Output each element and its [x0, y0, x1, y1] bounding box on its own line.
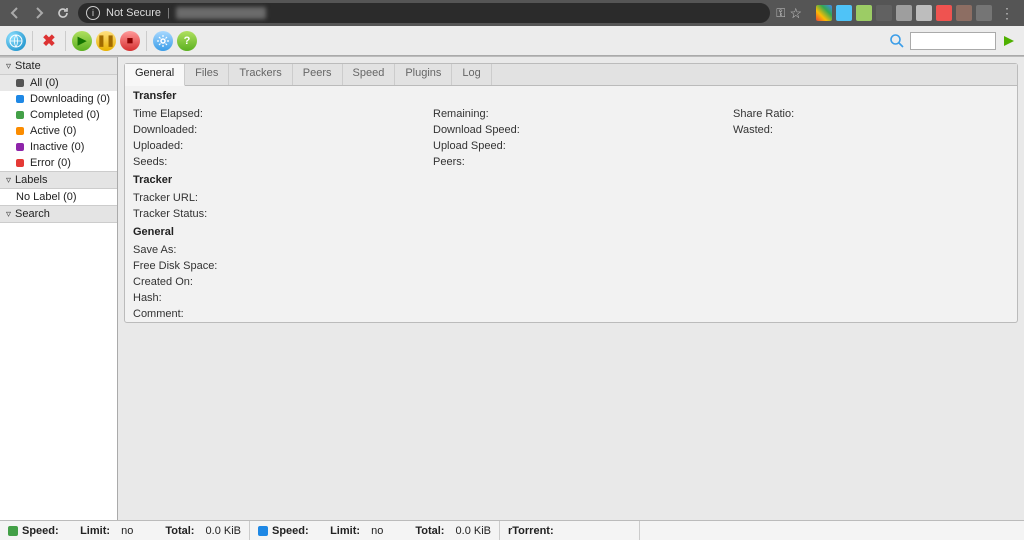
- upload-icon: [8, 526, 18, 536]
- settings-button[interactable]: [153, 31, 173, 51]
- sidebar-header-search[interactable]: Search: [0, 205, 117, 223]
- tab-trackers[interactable]: Trackers: [229, 64, 292, 85]
- field-remaining: Remaining:: [433, 106, 733, 122]
- status-dot-icon: [16, 159, 24, 167]
- download-icon: [258, 526, 268, 536]
- field-tracker-url: Tracker URL:: [133, 190, 1009, 206]
- sidebar-item-label: Completed (0): [30, 109, 100, 121]
- status-dot-icon: [16, 127, 24, 135]
- status-empty-cell: [640, 521, 1024, 540]
- section-transfer: Transfer: [125, 86, 1017, 106]
- field-ul-speed: Upload Speed:: [433, 138, 733, 154]
- not-secure-label: Not Secure: [106, 7, 161, 19]
- tab-plugins[interactable]: Plugins: [395, 64, 452, 85]
- sidebar-item-all[interactable]: All (0): [0, 75, 117, 91]
- browser-chrome: i Not Secure | ⚿ ☆ ⋮: [0, 0, 1024, 26]
- field-created: Created On:: [133, 274, 1009, 290]
- status-dot-icon: [16, 143, 24, 151]
- status-bar: Speed: Limit: no Total: 0.0 KiB Speed: L…: [0, 520, 1024, 540]
- tab-speed[interactable]: Speed: [343, 64, 396, 85]
- search-input[interactable]: [910, 32, 996, 50]
- sidebar: State All (0) Downloading (0) Completed (0…: [0, 57, 118, 520]
- sidebar-header-labels[interactable]: Labels: [0, 171, 117, 189]
- tab-general[interactable]: General: [125, 64, 185, 86]
- field-downloaded: Downloaded:: [133, 122, 433, 138]
- browser-reload-button[interactable]: [54, 4, 72, 22]
- info-icon: i: [86, 6, 100, 20]
- extension-icon[interactable]: [956, 5, 972, 21]
- sidebar-item-label: No Label (0): [16, 191, 77, 203]
- sidebar-item-inactive[interactable]: Inactive (0): [0, 139, 117, 155]
- field-share-ratio: Share Ratio:: [733, 106, 993, 122]
- search-icon: [888, 32, 906, 50]
- status-dot-icon: [16, 79, 24, 87]
- search-go-button[interactable]: [1000, 32, 1018, 50]
- field-uploaded: Uploaded:: [133, 138, 433, 154]
- field-free-disk: Free Disk Space:: [133, 258, 1009, 274]
- pause-button[interactable]: ❚❚: [96, 31, 116, 51]
- field-wasted: Wasted:: [733, 122, 993, 138]
- extension-icon[interactable]: [936, 5, 952, 21]
- extension-icon[interactable]: [896, 5, 912, 21]
- field-dl-speed: Download Speed:: [433, 122, 733, 138]
- field-hash: Hash:: [133, 290, 1009, 306]
- sidebar-header-state[interactable]: State: [0, 57, 117, 75]
- status-dot-icon: [16, 95, 24, 103]
- field-time-elapsed: Time Elapsed:: [133, 106, 433, 122]
- browser-menu-button[interactable]: ⋮: [996, 5, 1018, 22]
- sidebar-item-label: Inactive (0): [30, 141, 84, 153]
- key-icon: ⚿: [776, 6, 785, 21]
- start-button[interactable]: ▶: [72, 31, 92, 51]
- stop-button[interactable]: ■: [120, 31, 140, 51]
- sidebar-item-error[interactable]: Error (0): [0, 155, 117, 171]
- browser-back-button[interactable]: [6, 4, 24, 22]
- status-download-cell[interactable]: Speed: Limit: no Total: 0.0 KiB: [250, 521, 500, 540]
- section-general: General: [125, 222, 1017, 242]
- tab-peers[interactable]: Peers: [293, 64, 343, 85]
- sidebar-item-completed[interactable]: Completed (0): [0, 107, 117, 123]
- field-comment: Comment:: [133, 306, 1009, 322]
- remove-button[interactable]: ✖: [39, 31, 59, 51]
- help-button[interactable]: ?: [177, 31, 197, 51]
- sidebar-item-active[interactable]: Active (0): [0, 123, 117, 139]
- add-torrent-button[interactable]: [6, 31, 26, 51]
- extension-icon[interactable]: [916, 5, 932, 21]
- field-tracker-status: Tracker Status:: [133, 206, 1009, 222]
- browser-address-bar[interactable]: i Not Secure |: [78, 3, 770, 23]
- extension-icon[interactable]: [876, 5, 892, 21]
- sidebar-item-label: Downloading (0): [30, 93, 110, 105]
- app-toolbar: ✖ ▶ ❚❚ ■ ?: [0, 26, 1024, 56]
- sidebar-item-label: Error (0): [30, 157, 71, 169]
- extension-icon[interactable]: [976, 5, 992, 21]
- field-save-as: Save As:: [133, 242, 1009, 258]
- sidebar-item-no-label[interactable]: No Label (0): [0, 189, 117, 205]
- details-body: Transfer Time Elapsed: Downloaded: Uploa…: [125, 86, 1017, 322]
- tab-log[interactable]: Log: [452, 64, 491, 85]
- status-upload-cell[interactable]: Speed: Limit: no Total: 0.0 KiB: [0, 521, 250, 540]
- star-icon[interactable]: ☆: [789, 5, 802, 22]
- status-dot-icon: [16, 111, 24, 119]
- main-panel: GeneralFilesTrackersPeersSpeedPluginsLog…: [118, 57, 1024, 520]
- sidebar-item-label: All (0): [30, 77, 59, 89]
- extension-icon[interactable]: [816, 5, 832, 21]
- details-panel: GeneralFilesTrackersPeersSpeedPluginsLog…: [124, 63, 1018, 323]
- tab-files[interactable]: Files: [185, 64, 229, 85]
- details-tabs: GeneralFilesTrackersPeersSpeedPluginsLog: [125, 64, 1017, 86]
- extension-icon[interactable]: [856, 5, 872, 21]
- section-tracker: Tracker: [125, 170, 1017, 190]
- field-peers: Peers:: [433, 154, 733, 170]
- sidebar-item-label: Active (0): [30, 125, 76, 137]
- status-client-cell: rTorrent:: [500, 521, 640, 540]
- field-seeds: Seeds:: [133, 154, 433, 170]
- sidebar-item-downloading[interactable]: Downloading (0): [0, 91, 117, 107]
- address-blurred: [176, 7, 266, 19]
- browser-forward-button[interactable]: [30, 4, 48, 22]
- extension-icon[interactable]: [836, 5, 852, 21]
